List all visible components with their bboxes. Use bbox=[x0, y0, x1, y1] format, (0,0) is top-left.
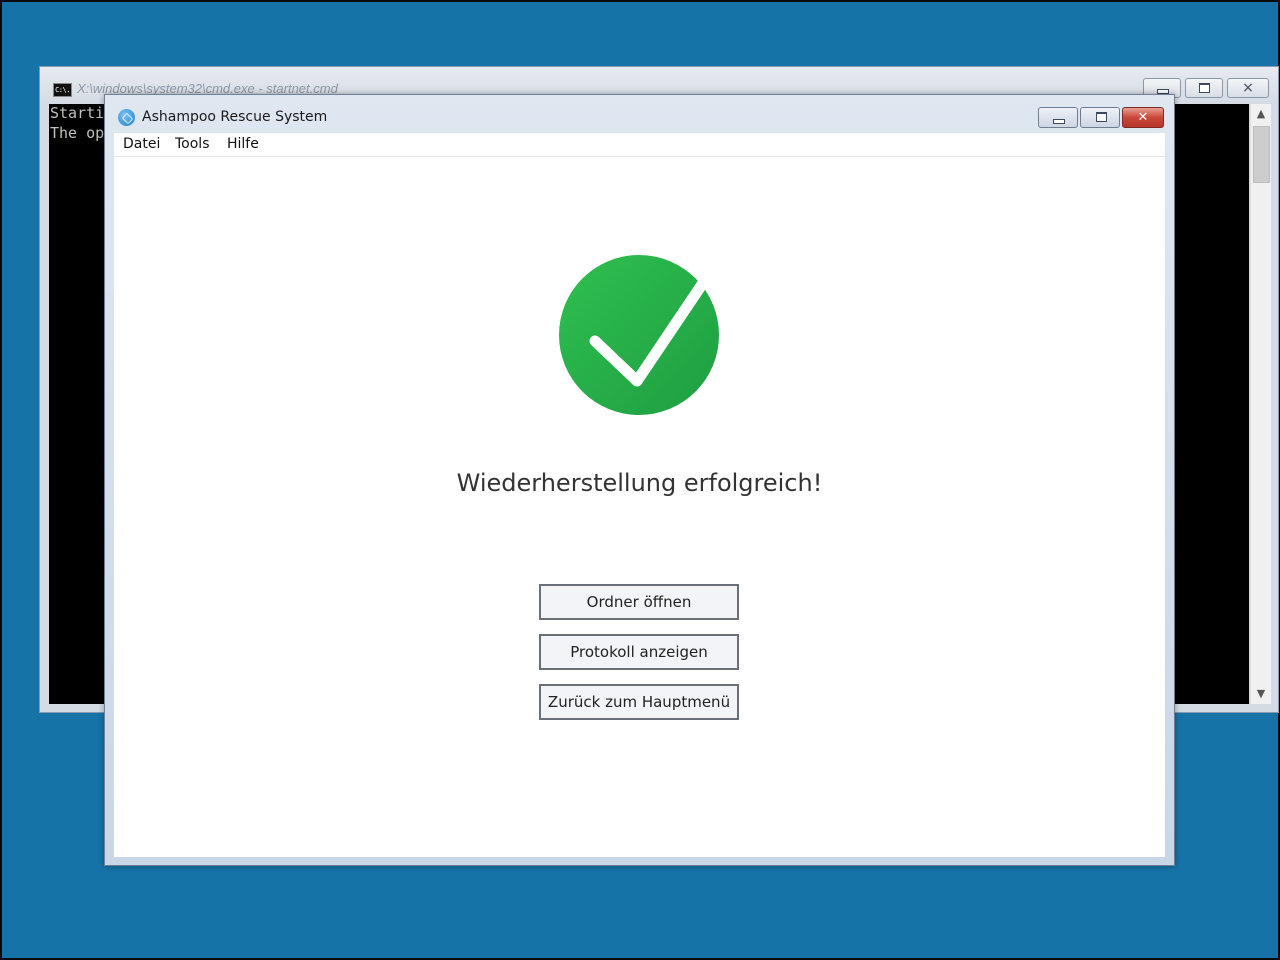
close-icon: × bbox=[1242, 80, 1254, 96]
cmd-icon: C:\. bbox=[53, 83, 72, 97]
console-scrollbar[interactable]: ▲ ▼ bbox=[1250, 104, 1271, 704]
maximize-button[interactable] bbox=[1080, 107, 1120, 128]
app-window-title: Ashampoo Rescue System bbox=[142, 109, 328, 125]
menu-hilfe[interactable]: Hilfe bbox=[227, 136, 259, 152]
maximize-icon bbox=[1096, 112, 1107, 122]
cmd-maximize-button[interactable] bbox=[1185, 78, 1223, 98]
menu-datei[interactable]: Datei bbox=[123, 136, 160, 152]
back-to-main-menu-button[interactable]: Zurück zum Hauptmenü bbox=[539, 684, 739, 720]
success-message: Wiederherstellung erfolgreich! bbox=[456, 469, 823, 497]
show-log-button[interactable]: Protokoll anzeigen bbox=[539, 634, 739, 670]
close-icon: ✕ bbox=[1137, 110, 1149, 125]
menu-bar: Datei Tools Hilfe bbox=[114, 133, 1165, 157]
minimize-icon bbox=[1053, 119, 1065, 124]
scroll-up-icon[interactable]: ▲ bbox=[1251, 104, 1271, 124]
scroll-thumb[interactable] bbox=[1253, 126, 1270, 183]
menu-tools[interactable]: Tools bbox=[175, 136, 210, 152]
maximize-icon bbox=[1199, 83, 1210, 93]
close-button[interactable]: ✕ bbox=[1122, 107, 1164, 128]
app-window[interactable]: Ashampoo Rescue System ✕ Datei Tools Hil… bbox=[104, 94, 1175, 866]
main-content: Wiederherstellung erfolgreich! Ordner öf… bbox=[114, 157, 1165, 857]
ashampoo-logo-icon bbox=[118, 109, 135, 126]
scroll-down-icon[interactable]: ▼ bbox=[1251, 684, 1271, 704]
minimize-button[interactable] bbox=[1038, 107, 1078, 128]
console-line: Starti bbox=[50, 104, 105, 122]
checkmark-circle-icon bbox=[559, 255, 719, 415]
cmd-close-button[interactable]: × bbox=[1227, 78, 1269, 98]
console-line: The op bbox=[50, 124, 105, 142]
open-folder-button[interactable]: Ordner öffnen bbox=[539, 584, 739, 620]
